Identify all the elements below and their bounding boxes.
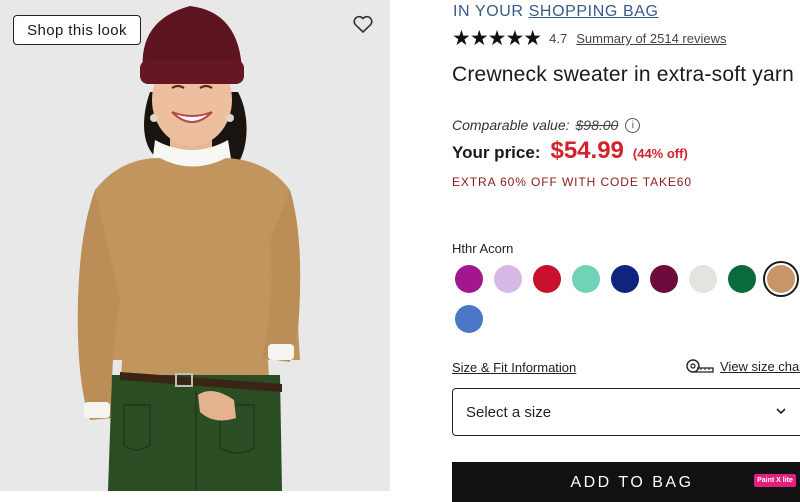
- color-swatch[interactable]: [689, 265, 717, 293]
- color-swatch[interactable]: [728, 265, 756, 293]
- size-chart-link[interactable]: View size chart: [686, 357, 800, 375]
- size-select-dropdown[interactable]: Select a size: [452, 388, 800, 436]
- color-swatch[interactable]: [533, 265, 561, 293]
- comparable-value: Comparable value: $98.00 i: [452, 117, 641, 133]
- size-fit-link[interactable]: Size & Fit Information: [452, 360, 576, 375]
- in-bag-notice: IN YOUR SHOPPING BAG: [453, 3, 659, 21]
- reviews-summary-link[interactable]: Summary of 2514 reviews: [576, 31, 726, 46]
- add-to-bag-button[interactable]: ADD TO BAG: [452, 462, 800, 502]
- rating-row: ★★★★★ 4.7 Summary of 2514 reviews: [452, 28, 727, 49]
- comparable-label: Comparable value:: [452, 117, 570, 133]
- color-swatch[interactable]: [572, 265, 600, 293]
- promo-code-text: EXTRA 60% OFF WITH CODE TAKE60: [452, 175, 692, 189]
- shop-this-look-button[interactable]: Shop this look: [13, 15, 141, 45]
- color-swatch[interactable]: [763, 261, 799, 297]
- model-illustration: [0, 0, 390, 491]
- product-photo[interactable]: Shop this look: [0, 0, 390, 491]
- info-icon[interactable]: i: [625, 117, 641, 133]
- product-title: Crewneck sweater in extra-soft yarn: [452, 63, 794, 86]
- size-select-label: Select a size: [466, 403, 552, 421]
- comparable-price: $98.00: [575, 117, 619, 133]
- star-rating-icon: ★★★★★: [452, 27, 542, 50]
- color-swatch[interactable]: [650, 265, 678, 293]
- rating-value: 4.7: [549, 31, 568, 46]
- color-swatch[interactable]: [494, 265, 522, 293]
- heart-icon[interactable]: [351, 12, 375, 36]
- size-chart-label: View size chart: [720, 358, 800, 374]
- shopping-bag-link[interactable]: SHOPPING BAG: [529, 3, 659, 20]
- sale-price: $54.99: [550, 137, 624, 164]
- color-swatch[interactable]: [455, 265, 483, 293]
- price-label: Your price:: [452, 143, 541, 162]
- discount-percent: (44% off): [632, 146, 688, 161]
- measuring-tape-icon: [686, 359, 714, 373]
- color-swatches: [453, 261, 800, 333]
- price-row: Your price: $54.99 (44% off): [452, 137, 688, 165]
- selected-color-name: Hthr Acorn: [452, 241, 514, 256]
- paint-x-lite-badge[interactable]: Paint X lite: [754, 474, 796, 487]
- color-swatch[interactable]: [611, 265, 639, 293]
- bag-notice-prefix: IN YOUR: [453, 3, 524, 20]
- color-swatch[interactable]: [455, 305, 483, 333]
- chevron-down-icon: [776, 408, 786, 415]
